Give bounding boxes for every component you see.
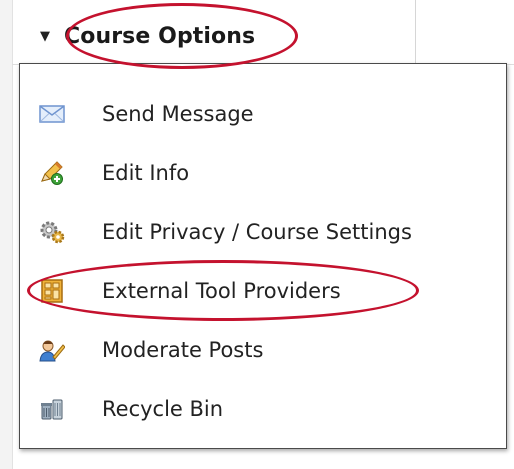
menu-item-edit-info[interactable]: Edit Info <box>20 143 506 202</box>
menu-item-label: Edit Info <box>102 160 190 185</box>
menu-item-external-tool-providers[interactable]: External Tool Providers <box>20 261 506 320</box>
menu-item-recycle-bin[interactable]: Recycle Bin <box>20 379 506 438</box>
moderator-icon <box>39 338 66 362</box>
menu-item-send-message[interactable]: Send Message <box>20 84 506 143</box>
menu-item-edit-privacy-course-settings[interactable]: Edit Privacy / Course Settings <box>20 202 506 261</box>
pencil-add-icon <box>39 160 65 185</box>
tool-grid-icon <box>39 278 65 303</box>
course-options-toggle[interactable]: ▼ Course Options <box>40 18 255 54</box>
envelope-icon <box>39 102 65 126</box>
recycle-bin-icon <box>39 397 65 421</box>
caret-down-icon: ▼ <box>40 28 50 44</box>
gear-icon <box>39 220 65 244</box>
menu-item-label: External Tool Providers <box>102 278 341 303</box>
menu-item-label: Send Message <box>102 101 254 126</box>
menu-item-label: Recycle Bin <box>102 396 224 421</box>
page-side-strip <box>0 0 13 469</box>
menu-item-label: Edit Privacy / Course Settings <box>102 219 412 244</box>
course-options-menu: Send Message Edit Info Edit Privacy / Co… <box>19 63 507 449</box>
page-divider-vertical <box>415 0 416 64</box>
menu-item-moderate-posts[interactable]: Moderate Posts <box>20 320 506 379</box>
menu-item-label: Moderate Posts <box>102 337 264 362</box>
course-options-label: Course Options <box>64 23 256 49</box>
